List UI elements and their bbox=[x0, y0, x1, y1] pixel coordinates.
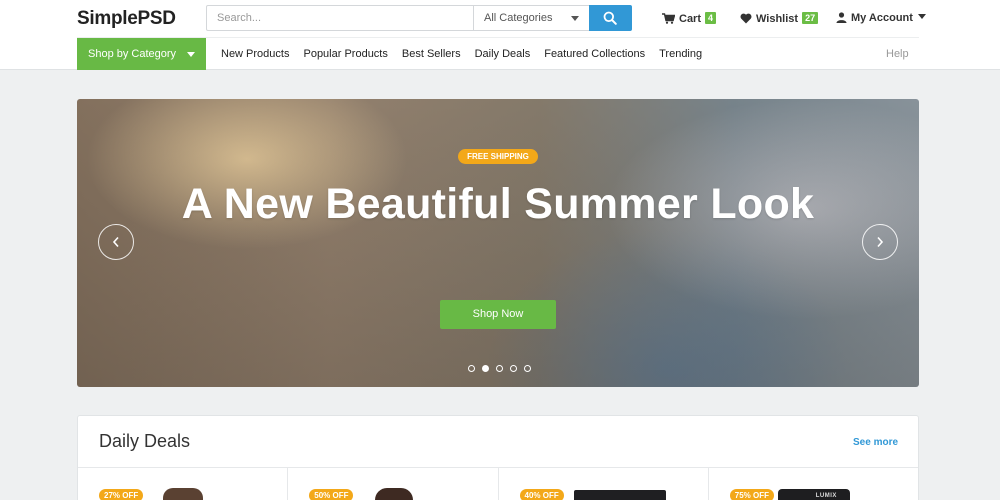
hero-image bbox=[77, 99, 919, 387]
chevron-right-icon bbox=[877, 236, 884, 248]
search-button[interactable] bbox=[589, 5, 632, 31]
discount-badge: 40% OFF bbox=[519, 489, 564, 500]
search-bar: All Categories bbox=[206, 5, 632, 31]
cart-label: Cart bbox=[679, 13, 702, 25]
slider-dot[interactable] bbox=[496, 365, 503, 372]
product-image bbox=[163, 488, 203, 500]
slider-dot[interactable] bbox=[468, 365, 475, 372]
heart-icon bbox=[740, 13, 752, 24]
slider-dot[interactable] bbox=[482, 365, 489, 372]
product-brand-label: LUMIX bbox=[815, 493, 837, 499]
shop-now-button[interactable]: Shop Now bbox=[440, 300, 556, 329]
logo[interactable]: SimplePSD bbox=[77, 8, 176, 30]
deal-card[interactable]: 75% OFF LUMIX bbox=[709, 468, 918, 500]
chevron-left-icon bbox=[112, 236, 119, 248]
slider-dot[interactable] bbox=[510, 365, 517, 372]
daily-deals-title: Daily Deals bbox=[99, 431, 191, 451]
search-icon bbox=[603, 11, 617, 25]
nav-link-popular-products[interactable]: Popular Products bbox=[303, 48, 387, 60]
account-menu[interactable]: My Account bbox=[836, 12, 926, 24]
product-image bbox=[777, 489, 850, 500]
nav-link-daily-deals[interactable]: Daily Deals bbox=[475, 48, 531, 60]
wishlist-label: Wishlist bbox=[756, 13, 799, 25]
nav-link-best-sellers[interactable]: Best Sellers bbox=[402, 48, 461, 60]
discount-badge: 75% OFF bbox=[729, 489, 774, 500]
chevron-down-icon bbox=[571, 16, 579, 21]
slider-dots bbox=[468, 365, 531, 372]
slider-dot[interactable] bbox=[524, 365, 531, 372]
shop-by-category-button[interactable]: Shop by Category bbox=[77, 38, 206, 70]
cart-icon bbox=[662, 13, 676, 24]
nav-link-trending[interactable]: Trending bbox=[659, 48, 702, 60]
category-select[interactable]: All Categories bbox=[473, 6, 589, 30]
chevron-down-icon bbox=[187, 52, 195, 57]
search-input[interactable] bbox=[207, 6, 473, 30]
product-image bbox=[375, 488, 414, 500]
see-more-link[interactable]: See more bbox=[853, 437, 898, 448]
account-label: My Account bbox=[851, 12, 913, 24]
category-select-value: All Categories bbox=[484, 12, 553, 24]
free-shipping-badge: FREE SHIPPING bbox=[458, 149, 538, 164]
chevron-down-icon bbox=[917, 14, 926, 19]
slider-prev-button[interactable] bbox=[98, 224, 134, 260]
wishlist-link[interactable]: Wishlist 27 bbox=[740, 12, 819, 25]
cart-count-badge: 4 bbox=[705, 12, 717, 24]
deal-card[interactable]: 27% OFF bbox=[78, 468, 289, 500]
deal-card[interactable]: 40% OFF bbox=[499, 468, 709, 500]
deal-card[interactable]: 50% OFF bbox=[288, 468, 499, 500]
nav-link-featured-collections[interactable]: Featured Collections bbox=[544, 48, 645, 60]
hero-title: A New Beautiful Summer Look bbox=[181, 180, 815, 228]
deals-row: 27% OFF 50% OFF 40% OFF 75% OFF LUMIX bbox=[78, 467, 918, 500]
daily-deals-section: Daily Deals See more 27% OFF 50% OFF 40%… bbox=[77, 415, 919, 500]
discount-badge: 27% OFF bbox=[99, 489, 144, 500]
slider-next-button[interactable] bbox=[862, 224, 898, 260]
cart-link[interactable]: Cart 4 bbox=[662, 12, 717, 25]
wishlist-count-badge: 27 bbox=[802, 12, 819, 24]
help-link[interactable]: Help bbox=[886, 48, 909, 60]
product-image bbox=[573, 490, 666, 500]
nav-link-new-products[interactable]: New Products bbox=[221, 48, 289, 60]
hero-slider: FREE SHIPPING A New Beautiful Summer Loo… bbox=[77, 99, 919, 387]
shop-by-category-label: Shop by Category bbox=[88, 48, 177, 60]
user-icon bbox=[836, 12, 847, 23]
site-header: SimplePSD All Categories Cart4 Wishlist2… bbox=[0, 0, 1000, 70]
main-nav: New Products Popular Products Best Selle… bbox=[221, 48, 702, 60]
discount-badge: 50% OFF bbox=[309, 489, 354, 500]
